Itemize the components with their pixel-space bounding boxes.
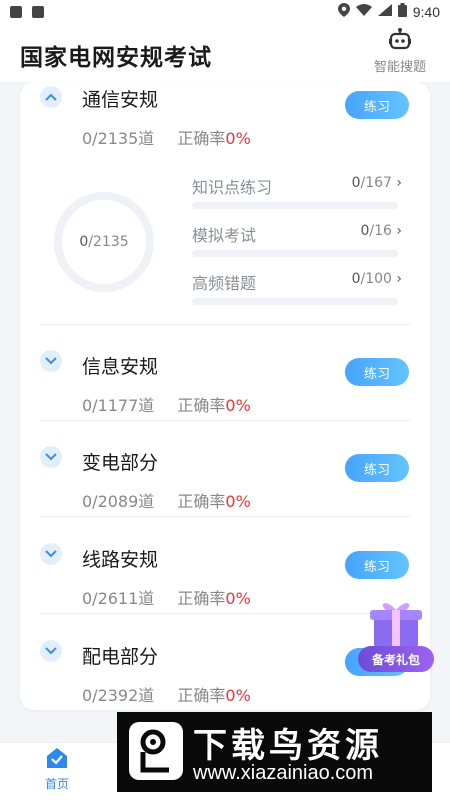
accuracy-label: 正确率 xyxy=(177,396,226,415)
practice-button[interactable]: 练习 xyxy=(345,358,409,386)
accuracy-value: 0% xyxy=(225,492,251,511)
gift-pack-button[interactable]: 备考礼包 xyxy=(356,598,436,674)
practice-button[interactable]: 练习 xyxy=(345,551,409,579)
signal-icon xyxy=(377,4,392,20)
question-count: 0/1177道 xyxy=(82,396,155,415)
app-notification-icon xyxy=(32,6,44,18)
gift-pack-label: 备考礼包 xyxy=(358,646,434,672)
question-count: 0/2611道 xyxy=(82,589,155,608)
accuracy-value: 0% xyxy=(225,396,251,415)
section-stats: 0/1177道 正确率0% xyxy=(82,392,251,416)
watermark-banner: 下载鸟资源 www.xiazainiao.com xyxy=(117,712,432,792)
wifi-icon xyxy=(355,4,372,20)
ring-done: 0 xyxy=(79,234,89,250)
chevron-down-icon[interactable] xyxy=(40,350,62,372)
progress-ring: 0/2135 xyxy=(54,192,154,292)
accuracy-value: 0% xyxy=(225,129,251,148)
accuracy-value: 0% xyxy=(225,686,251,705)
chevron-down-icon[interactable] xyxy=(40,446,62,468)
smart-search-button[interactable]: 智能搜题 xyxy=(368,28,432,75)
divider xyxy=(40,516,410,517)
question-count: 0/2392道 xyxy=(82,686,155,705)
sub-item-label: 知识点练习 xyxy=(192,178,273,197)
accuracy-label: 正确率 xyxy=(177,686,226,705)
accuracy-label: 正确率 xyxy=(177,589,226,608)
watermark-title: 下载鸟资源 xyxy=(193,726,383,766)
sub-item-count: 0/100 › xyxy=(351,271,402,287)
sub-item-frequent-errors[interactable]: 高频错题 0/100 › xyxy=(192,270,402,314)
sub-item-label: 高频错题 xyxy=(192,274,257,293)
question-count: 0/2089道 xyxy=(82,492,155,511)
robot-icon xyxy=(389,28,411,50)
section-title: 配电部分 xyxy=(82,646,159,668)
sub-item-knowledge-practice[interactable]: 知识点练习 0/167 › xyxy=(192,174,402,218)
accuracy-value: 0% xyxy=(225,589,251,608)
section-title: 变电部分 xyxy=(82,452,159,474)
sub-item-label: 模拟考试 xyxy=(192,226,257,245)
divider xyxy=(40,613,410,614)
divider xyxy=(40,420,410,421)
section-stats: 0/2392道 正确率0% xyxy=(82,682,251,706)
app-header: 国家电网安规考试 智能搜题 xyxy=(0,24,450,82)
accuracy-label: 正确率 xyxy=(177,492,226,511)
watermark-url: www.xiazainiao.com xyxy=(193,762,374,784)
clock: 9:40 xyxy=(412,4,440,20)
chevron-down-icon[interactable] xyxy=(40,640,62,662)
ring-total: /2135 xyxy=(88,234,129,250)
section-title: 信息安规 xyxy=(82,356,159,378)
nav-home[interactable]: 首页 xyxy=(12,747,102,792)
chevron-up-icon[interactable] xyxy=(40,86,62,108)
practice-button[interactable]: 练习 xyxy=(345,454,409,482)
sub-item-progress-bar xyxy=(192,202,398,209)
page-title: 国家电网安规考试 xyxy=(20,45,212,71)
home-icon xyxy=(46,747,68,769)
accuracy-label: 正确率 xyxy=(177,129,226,148)
sub-item-progress-bar xyxy=(192,298,398,305)
practice-button[interactable]: 练习 xyxy=(345,91,409,119)
location-icon xyxy=(337,3,350,21)
sub-item-count: 0/16 › xyxy=(360,223,402,239)
battery-icon xyxy=(397,3,407,21)
question-count: 0/2135道 xyxy=(82,129,155,148)
status-bar: 9:40 xyxy=(0,0,450,24)
section-title: 通信安规 xyxy=(82,89,159,111)
image-notification-icon xyxy=(10,6,22,18)
section-title: 线路安规 xyxy=(82,549,159,571)
divider xyxy=(40,324,410,325)
chevron-down-icon[interactable] xyxy=(40,543,62,565)
sub-item-count: 0/167 › xyxy=(351,175,402,191)
nav-label: 首页 xyxy=(44,777,69,791)
section-stats: 0/2135道 正确率0% xyxy=(82,125,251,149)
section-stats: 0/2611道 正确率0% xyxy=(82,585,251,609)
sub-item-progress-bar xyxy=(192,250,398,257)
sub-item-mock-exam[interactable]: 模拟考试 0/16 › xyxy=(192,222,402,266)
smart-search-label: 智能搜题 xyxy=(373,60,426,75)
section-stats: 0/2089道 正确率0% xyxy=(82,488,251,512)
watermark-logo xyxy=(129,722,183,780)
